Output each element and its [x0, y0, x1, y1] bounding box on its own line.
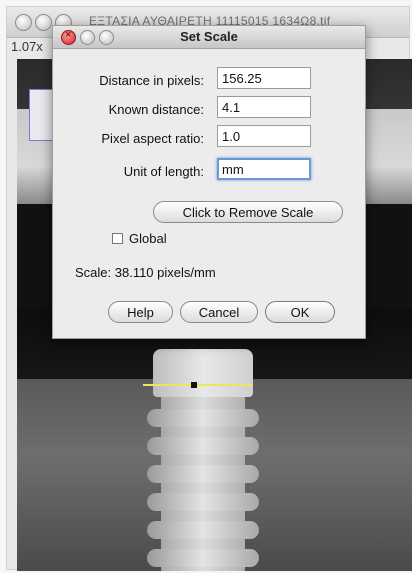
help-button[interactable]: Help — [108, 301, 173, 323]
global-checkbox[interactable] — [112, 233, 123, 244]
implant-head — [153, 349, 253, 397]
known-distance-row: Known distance: — [53, 96, 365, 122]
image-close-icon[interactable] — [15, 14, 32, 31]
set-scale-dialog: Set Scale Distance in pixels: Known dist… — [52, 25, 366, 339]
unit-of-length-input[interactable] — [217, 158, 311, 180]
scale-readout: Scale: 38.110 pixels/mm — [75, 265, 216, 280]
known-distance-label: Known distance: — [108, 102, 204, 117]
image-minimize-icon[interactable] — [35, 14, 52, 31]
pixel-aspect-ratio-label: Pixel aspect ratio: — [101, 131, 204, 146]
ok-button[interactable]: OK — [265, 301, 335, 323]
distance-in-pixels-row: Distance in pixels: — [53, 67, 365, 93]
implant-thread — [147, 549, 259, 567]
dialog-titlebar: Set Scale — [53, 26, 365, 49]
measurement-line[interactable] — [143, 384, 253, 386]
unit-of-length-row: Unit of length: — [53, 158, 365, 184]
implant-thread — [147, 521, 259, 539]
unit-of-length-label: Unit of length: — [123, 164, 204, 179]
implant-thread — [147, 493, 259, 511]
known-distance-input[interactable] — [217, 96, 311, 118]
cancel-button[interactable]: Cancel — [180, 301, 258, 323]
zoom-level: 1.07x — [11, 39, 43, 54]
remove-scale-button[interactable]: Click to Remove Scale — [153, 201, 343, 223]
global-label: Global — [129, 231, 167, 246]
screen: ΕΞΤΑΣΙΑ ΑΥΘΑΙΡΕΤΗ 11115015 1634Ω8.tif 1.… — [0, 0, 412, 573]
dental-implant — [147, 349, 265, 571]
implant-thread — [147, 409, 259, 427]
implant-thread — [147, 437, 259, 455]
distance-in-pixels-label: Distance in pixels: — [99, 73, 204, 88]
dialog-title: Set Scale — [180, 29, 238, 44]
distance-in-pixels-input[interactable] — [217, 67, 311, 89]
pixel-aspect-ratio-row: Pixel aspect ratio: — [53, 125, 365, 151]
pixel-aspect-ratio-input[interactable] — [217, 125, 311, 147]
measurement-handle[interactable] — [191, 382, 197, 388]
implant-thread — [147, 465, 259, 483]
